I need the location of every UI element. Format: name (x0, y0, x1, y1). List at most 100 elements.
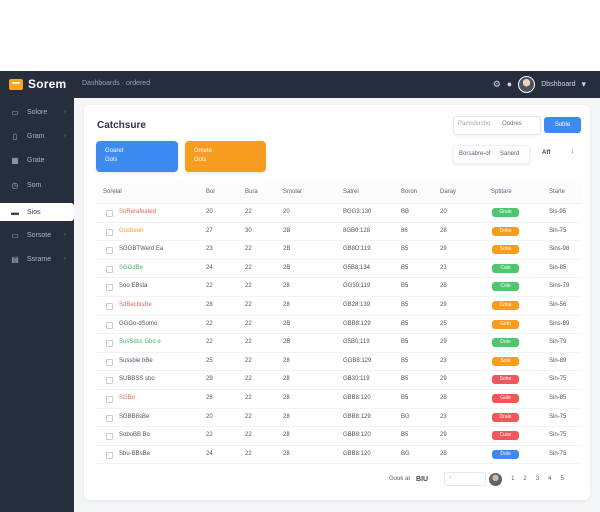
row-checkbox[interactable] (106, 414, 113, 422)
table-row[interactable]: SusSdss Gbo e 22 22 2B G5B0:119 B5 29 Dote Sin-7… (96, 334, 582, 353)
primary-button[interactable]: Soble (544, 117, 581, 133)
row-name[interactable]: SdBecbisBe (119, 302, 152, 308)
sidebar-item-gram[interactable]: ▯ Gram › (0, 127, 74, 145)
table-row[interactable]: Soo EBsta 22 22 28 GG30:119 B5 28 Cole Sins-79 (96, 278, 582, 297)
row-checkbox[interactable] (106, 247, 113, 255)
row-checkbox[interactable] (106, 340, 113, 348)
table-cell: B5 (401, 376, 409, 383)
table-cell: Sins-79 (549, 283, 570, 290)
row-checkbox[interactable] (106, 451, 113, 459)
search-input[interactable]: Pamrdsrcho Oodres (453, 116, 541, 135)
row-checkbox[interactable] (106, 358, 113, 366)
row-name[interactable]: GGGo-dSomo (119, 321, 157, 327)
column-header[interactable]: Smolar (283, 189, 302, 195)
chevron-left-icon: ‹ (449, 475, 452, 481)
sidebar-item-som[interactable]: ◷ Som (0, 176, 74, 194)
column-header[interactable]: Sorelal (103, 189, 122, 195)
row-name[interactable]: Sussbie bBe (119, 358, 153, 364)
breadcrumb[interactable]: Dashboards · ordered (82, 80, 150, 87)
table-cell: 23 (440, 413, 447, 420)
sidebar-item-grate[interactable]: ▦ Grate (0, 151, 74, 169)
page-select[interactable]: Aff ↕ (537, 145, 580, 162)
row-name[interactable]: Gusbeon (119, 228, 143, 234)
row-name[interactable]: SGGBTWerd Ea (119, 246, 163, 252)
prev-page-button[interactable]: ‹ (444, 472, 487, 486)
column-header[interactable]: Sptitare (491, 189, 512, 195)
row-checkbox[interactable] (106, 321, 113, 329)
column-header[interactable]: Bol (206, 189, 215, 195)
table-row[interactable]: SGGdBe 24 22 2B G5B8:134 B5 23 Cale Sin-85 (96, 260, 582, 279)
column-header[interactable]: Bura (245, 189, 258, 195)
row-name[interactable]: Soo EBsta (119, 283, 147, 289)
table-row[interactable]: SoboBB Bo 22 22 28 GBB8:120 B5 29 Cuse Sin-75 (96, 427, 582, 446)
stat-card-orange[interactable]: Gmete Gols (185, 141, 266, 172)
page-number[interactable]: 5 (560, 476, 563, 482)
table-row[interactable]: Gusbeon 27 30 2B 8GB0:128 86 28 Dohe Sin-75 (96, 223, 582, 242)
table-cell: Sin-89 (549, 357, 567, 364)
sidebar-item-sorsote[interactable]: ▭ Sorsote › (0, 226, 74, 244)
filter-value: Sanerd (500, 151, 520, 157)
row-name[interactable]: SGGdBe (119, 265, 143, 271)
avatar (489, 472, 503, 486)
table-row[interactable]: SdBecbisBe 28 22 28 GB28:139 B5 29 Cone Sin-56 (96, 297, 582, 316)
table-row[interactable]: SGGBTWerd Ea 23 22 2B GB8D:119 B5 29 Sone Sins-9… (96, 241, 582, 260)
row-checkbox[interactable] (106, 395, 113, 403)
table-row[interactable]: GGGo-dSomo 22 22 2B GBB8:129 B5 25 Geto Sins-89 (96, 316, 582, 335)
table-cell: 22 (245, 339, 252, 346)
sidebar-item-sios[interactable]: ▬ Sios (0, 203, 74, 221)
page-number[interactable]: 2 (523, 476, 526, 482)
table-row[interactable]: Sbu-BBsBe 24 22 28 GBB8:120 BG 28 Dole Sin-75 (96, 446, 582, 465)
row-name[interactable]: SGBB8sBe (119, 414, 149, 420)
row-checkbox[interactable] (106, 265, 113, 273)
table-cell: 28 (440, 283, 447, 290)
row-checkbox[interactable] (106, 284, 113, 292)
page-number[interactable]: 4 (548, 476, 551, 482)
bell-icon[interactable]: ● (507, 75, 512, 94)
row-name[interactable]: SusSdss Gbo e (119, 339, 161, 345)
table-icon: ▤ (11, 254, 19, 264)
row-name[interactable]: Sbu-BBsBe (119, 451, 150, 457)
page-number[interactable]: 1 (511, 476, 514, 482)
table-row[interactable]: SUBBSS sbo 29 22 28 GB30:119 B5 29 Sohe Sin-75 (96, 371, 582, 390)
column-header[interactable]: Satrel (343, 189, 359, 195)
table-cell: 28 (440, 227, 447, 234)
row-checkbox[interactable] (106, 210, 113, 217)
table-cell: 20 (283, 209, 290, 215)
row-name[interactable]: SUBBSS sbo (119, 376, 155, 382)
page-number[interactable]: 3 (536, 476, 539, 482)
row-checkbox[interactable] (106, 302, 113, 310)
table-row[interactable]: SGBo 26 22 28 GBB8:120 B5 28 Gale Sin-85 (96, 390, 582, 409)
column-header[interactable]: Daray (440, 189, 456, 195)
page-size[interactable]: BIU (416, 476, 428, 483)
row-name[interactable]: SoboBB Bo (119, 432, 150, 438)
table-row[interactable]: SoRerafeated 20 22 20 BGG3:130 BB 20 Grale Sis-9… (96, 204, 582, 223)
table-cell: G5B0:119 (343, 339, 370, 346)
table-cell: 20 (206, 209, 213, 215)
user-name[interactable]: Dbshboard (541, 81, 575, 88)
table-cell: B5 (401, 264, 409, 271)
table-row[interactable]: Sussbie bBe 25 22 28 GGB8:129 B5 23 Sole Sin-89 (96, 353, 582, 372)
column-header[interactable]: Starte (549, 189, 565, 195)
row-checkbox[interactable] (106, 377, 113, 385)
row-name[interactable]: SoRerafeated (119, 209, 156, 215)
sidebar-item-ssrame[interactable]: ▤ Ssrame › (0, 250, 74, 268)
table-cell: B5 (401, 283, 409, 290)
logo-icon (9, 78, 23, 90)
column-header[interactable]: Boron (401, 189, 417, 195)
stat-card-blue[interactable]: Goaret Gols (96, 141, 178, 172)
row-checkbox[interactable] (106, 228, 113, 236)
avatar[interactable] (518, 76, 536, 93)
row-checkbox[interactable] (106, 433, 113, 441)
sidebar-item-solore[interactable]: ▭ Solore › (0, 103, 74, 121)
filter-dropdown[interactable]: Borsabre-of Sanerd (453, 145, 530, 164)
row-name[interactable]: SGBo (119, 395, 135, 401)
app-logo[interactable]: Sorem (9, 77, 66, 91)
status-badge: Cone (492, 300, 519, 310)
settings-icon[interactable]: ⚙ (493, 75, 501, 94)
table-cell: Sin-56 (549, 301, 567, 308)
table-cell: 22 (206, 432, 213, 439)
chevron-down-icon[interactable]: ▾ (581, 75, 586, 94)
table-row[interactable]: SGBB8sBe 20 22 28 GBB8:129 BG 23 Drale Sin-75 (96, 409, 582, 428)
folder-icon: ▭ (11, 230, 19, 240)
top-bar: Sorem Dashboards · ordered ⚙ ● Dbshboard… (0, 71, 600, 98)
